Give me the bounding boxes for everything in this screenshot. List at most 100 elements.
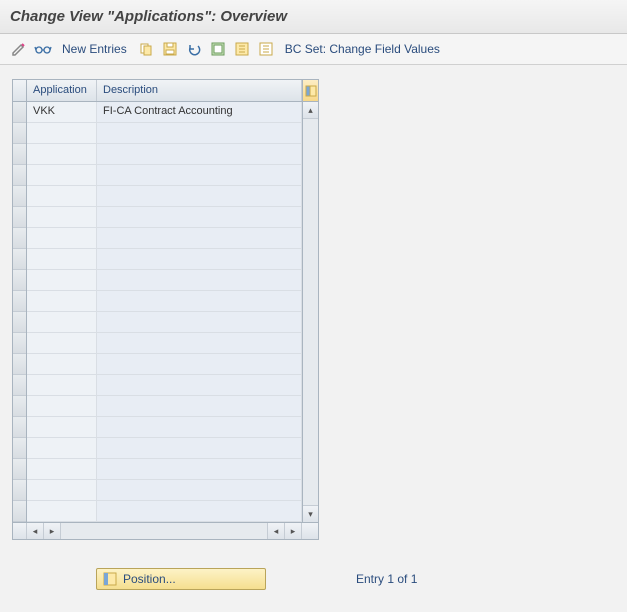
cell-application[interactable] (27, 312, 97, 332)
table-settings-icon[interactable] (303, 80, 318, 102)
cell-application[interactable] (27, 144, 97, 164)
cell-application[interactable] (27, 417, 97, 437)
row-selector[interactable] (13, 228, 26, 249)
cell-description[interactable] (97, 396, 302, 416)
select-all-icon[interactable] (209, 40, 227, 58)
cell-application[interactable] (27, 186, 97, 206)
table-row[interactable] (27, 291, 302, 312)
table-row[interactable] (27, 396, 302, 417)
table-row[interactable] (27, 228, 302, 249)
cell-application[interactable] (27, 375, 97, 395)
scroll-down-button[interactable]: ▾ (303, 505, 318, 522)
glasses-icon[interactable] (34, 40, 52, 58)
new-entries-button[interactable]: New Entries (58, 42, 131, 56)
scroll-up-button[interactable]: ▴ (303, 102, 318, 119)
row-selector[interactable] (13, 270, 26, 291)
scroll-left-button[interactable]: ◂ (27, 523, 44, 539)
table-row[interactable] (27, 438, 302, 459)
scroll-track[interactable] (303, 119, 318, 505)
cell-description[interactable] (97, 375, 302, 395)
cell-application[interactable] (27, 270, 97, 290)
row-selector[interactable] (13, 186, 26, 207)
row-selector[interactable] (13, 375, 26, 396)
row-selector[interactable] (13, 354, 26, 375)
row-selector[interactable] (13, 480, 26, 501)
row-selector[interactable] (13, 396, 26, 417)
save-icon[interactable] (161, 40, 179, 58)
cell-application[interactable] (27, 354, 97, 374)
row-selector[interactable] (13, 291, 26, 312)
copy-icon[interactable] (137, 40, 155, 58)
table-row[interactable]: VKKFI-CA Contract Accounting (27, 102, 302, 123)
table-row[interactable] (27, 501, 302, 522)
header-application[interactable]: Application (27, 80, 97, 101)
table-row[interactable] (27, 480, 302, 501)
scroll-right2-button[interactable]: ▸ (284, 523, 301, 539)
table-row[interactable] (27, 123, 302, 144)
cell-application[interactable] (27, 165, 97, 185)
select-block-icon[interactable] (233, 40, 251, 58)
cell-description[interactable] (97, 207, 302, 227)
row-selector[interactable] (13, 144, 26, 165)
cell-description[interactable] (97, 333, 302, 353)
cell-application[interactable] (27, 249, 97, 269)
table-row[interactable] (27, 165, 302, 186)
row-selector[interactable] (13, 459, 26, 480)
row-selector[interactable] (13, 102, 26, 123)
cell-application[interactable] (27, 501, 97, 521)
row-selector[interactable] (13, 123, 26, 144)
row-selector[interactable] (13, 417, 26, 438)
cell-description[interactable] (97, 501, 302, 521)
table-row[interactable] (27, 354, 302, 375)
cell-description[interactable] (97, 249, 302, 269)
bc-set-button[interactable]: BC Set: Change Field Values (281, 42, 444, 56)
row-selector[interactable] (13, 501, 26, 522)
row-selector[interactable] (13, 249, 26, 270)
cell-application[interactable] (27, 396, 97, 416)
table-row[interactable] (27, 459, 302, 480)
cell-description[interactable] (97, 228, 302, 248)
table-row[interactable] (27, 417, 302, 438)
cell-description[interactable] (97, 186, 302, 206)
row-selector[interactable] (13, 207, 26, 228)
table-row[interactable] (27, 375, 302, 396)
position-button[interactable]: Position... (96, 568, 266, 590)
row-selector[interactable] (13, 438, 26, 459)
cell-description[interactable] (97, 165, 302, 185)
row-selector[interactable] (13, 312, 26, 333)
cell-application[interactable] (27, 291, 97, 311)
table-row[interactable] (27, 144, 302, 165)
cell-application[interactable] (27, 459, 97, 479)
cell-application[interactable] (27, 438, 97, 458)
table-row[interactable] (27, 333, 302, 354)
row-selector[interactable] (13, 165, 26, 186)
table-row[interactable] (27, 312, 302, 333)
cell-description[interactable] (97, 354, 302, 374)
cell-description[interactable] (97, 417, 302, 437)
table-row[interactable] (27, 186, 302, 207)
cell-description[interactable] (97, 291, 302, 311)
cell-description[interactable] (97, 144, 302, 164)
cell-description[interactable] (97, 123, 302, 143)
cell-description[interactable] (97, 312, 302, 332)
cell-description[interactable] (97, 480, 302, 500)
change-icon[interactable] (10, 40, 28, 58)
cell-application[interactable] (27, 207, 97, 227)
table-row[interactable] (27, 249, 302, 270)
row-selector[interactable] (13, 333, 26, 354)
deselect-all-icon[interactable] (257, 40, 275, 58)
table-row[interactable] (27, 270, 302, 291)
cell-description[interactable]: FI-CA Contract Accounting (97, 102, 302, 122)
undo-icon[interactable] (185, 40, 203, 58)
scroll-left2-button[interactable]: ▸ (44, 523, 61, 539)
cell-application[interactable] (27, 123, 97, 143)
scroll-right-button[interactable]: ◂ (267, 523, 284, 539)
cell-application[interactable] (27, 333, 97, 353)
table-row[interactable] (27, 207, 302, 228)
cell-description[interactable] (97, 459, 302, 479)
header-description[interactable]: Description (97, 80, 302, 101)
cell-application[interactable]: VKK (27, 102, 97, 122)
cell-description[interactable] (97, 438, 302, 458)
cell-application[interactable] (27, 228, 97, 248)
cell-application[interactable] (27, 480, 97, 500)
